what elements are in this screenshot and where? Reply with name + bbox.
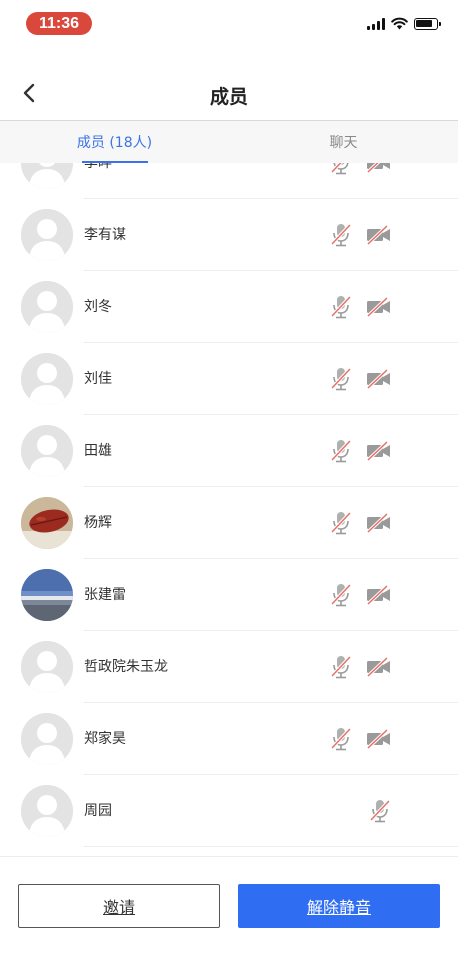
avatar <box>21 641 73 693</box>
camera-off-icon[interactable] <box>366 655 392 679</box>
camera-off-icon[interactable] <box>366 583 392 607</box>
member-row[interactable]: 刘冬 <box>0 271 458 343</box>
camera-off-icon[interactable] <box>366 223 392 247</box>
member-name: 田雄 <box>84 443 112 459</box>
avatar <box>21 209 73 261</box>
member-name: 周园 <box>84 803 112 819</box>
member-name: 哲政院朱玉龙 <box>84 659 168 675</box>
mic-muted-icon[interactable] <box>328 366 354 392</box>
camera-off-icon[interactable] <box>366 163 392 175</box>
avatar <box>21 163 73 189</box>
mic-muted-icon[interactable] <box>367 798 393 824</box>
member-row[interactable]: 田雄 <box>0 415 458 487</box>
member-list[interactable]: 李晔李有谋刘冬刘佳田雄杨辉张建雷哲政院朱玉龙 郑家昊周园 <box>0 163 458 856</box>
camera-off-icon[interactable] <box>366 439 392 463</box>
cellular-signal-icon <box>367 17 385 30</box>
row-divider <box>84 846 458 847</box>
avatar <box>21 353 73 405</box>
member-name: 刘佳 <box>84 371 112 387</box>
camera-off-icon[interactable] <box>366 367 392 391</box>
wifi-icon <box>391 17 408 30</box>
status-icons <box>367 17 441 30</box>
avatar <box>21 785 73 837</box>
unmute-button[interactable]: 解除静音 <box>238 884 440 928</box>
member-name: 张建雷 <box>84 587 126 603</box>
nav-header: 成员 <box>0 68 458 120</box>
avatar <box>21 281 73 333</box>
member-row[interactable]: 张建雷 <box>0 559 458 631</box>
mic-muted-icon[interactable] <box>328 510 354 536</box>
mic-muted-icon[interactable] <box>328 438 354 464</box>
tab-bar: 成员 (18人) 聊天 <box>0 121 458 163</box>
battery-icon <box>414 17 441 30</box>
mic-muted-icon[interactable] <box>328 222 354 248</box>
member-name: 杨辉 <box>84 515 112 531</box>
mic-muted-icon[interactable] <box>328 726 354 752</box>
member-name: 李有谋 <box>84 227 126 243</box>
member-row[interactable]: 杨辉 <box>0 487 458 559</box>
member-name: 郑家昊 <box>84 731 126 747</box>
mic-muted-icon[interactable] <box>328 294 354 320</box>
mic-muted-icon[interactable] <box>328 163 354 176</box>
tab-chat[interactable]: 聊天 <box>229 121 458 163</box>
mic-muted-icon[interactable] <box>328 654 354 680</box>
mic-muted-icon[interactable] <box>328 582 354 608</box>
avatar <box>21 425 73 477</box>
member-row[interactable]: 哲政院朱玉龙 <box>0 631 458 703</box>
avatar <box>21 713 73 765</box>
member-row[interactable]: 李有谋 <box>0 199 458 271</box>
tab-members[interactable]: 成员 (18人) <box>0 121 229 163</box>
bottom-action-bar: 邀请 解除静音 <box>0 856 458 966</box>
member-row[interactable]: 周园 <box>0 775 458 847</box>
status-bar: 11:36 <box>0 0 458 48</box>
avatar <box>21 497 73 549</box>
member-name: 李晔 <box>84 163 112 171</box>
member-name: 刘冬 <box>84 299 112 315</box>
invite-button[interactable]: 邀请 <box>18 884 220 928</box>
page-title: 成员 <box>209 86 248 108</box>
member-row[interactable]: 李晔 <box>0 163 458 199</box>
member-row[interactable]: 刘佳 <box>0 343 458 415</box>
camera-off-icon[interactable] <box>366 511 392 535</box>
camera-off-icon[interactable] <box>366 295 392 319</box>
member-row[interactable]: 郑家昊 <box>0 703 458 775</box>
status-time: 11:36 <box>26 12 92 35</box>
avatar <box>21 569 73 621</box>
camera-off-icon[interactable] <box>366 727 392 751</box>
